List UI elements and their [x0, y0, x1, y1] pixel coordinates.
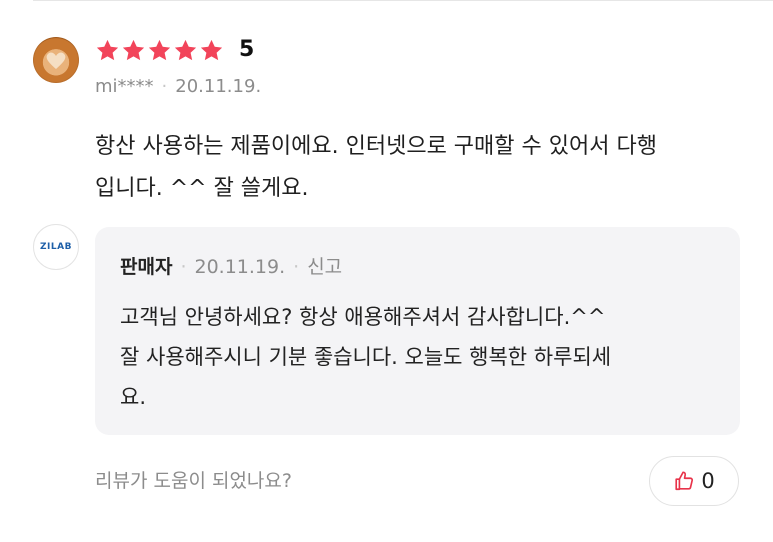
seller-name: 판매자 [120, 256, 173, 278]
review-text-line: 입니다. ^^ 잘 쓸게요. [95, 176, 309, 201]
separator-dot: · [161, 76, 168, 97]
star-icon [200, 39, 223, 60]
reply-text-line: 요. [120, 385, 146, 409]
reply-text-line: 잘 사용해주시니 기분 좋습니다. 오늘도 행복한 하루되세 [120, 345, 612, 369]
review-text-line: 항산 사용하는 제품이에요. 인터넷으로 구매할 수 있어서 다행 [95, 134, 657, 159]
reply-date: 20.11.19. [194, 256, 286, 278]
report-link[interactable]: 신고 [307, 256, 342, 278]
latte-heart-icon [46, 52, 66, 69]
rating-value: 5 [239, 37, 255, 62]
reply-meta: 판매자 · 20.11.19. · 신고 [120, 254, 342, 280]
star-rating [95, 37, 224, 63]
seller-logo-text: ZILAB [40, 242, 72, 252]
separator-dot: · [293, 256, 300, 278]
star-icon [174, 39, 197, 60]
avatar [33, 37, 79, 83]
review-meta: mi**** · 20.11.19. [95, 75, 261, 99]
seller-reply: 판매자 · 20.11.19. · 신고 고객님 안녕하세요? 항상 애용해주셔서 감사… [95, 227, 740, 435]
thumbs-up-icon [675, 471, 694, 491]
like-count: 0 [701, 469, 715, 493]
divider [33, 0, 773, 1]
star-icon [96, 39, 119, 60]
review-text: 항산 사용하는 제품이에요. 인터넷으로 구매할 수 있어서 다행 입니다. ^… [95, 126, 750, 210]
reviewer-name: mi**** [95, 76, 154, 97]
star-icon [148, 39, 171, 60]
review-date: 20.11.19. [175, 76, 262, 97]
helpful-question: 리뷰가 도움이 되었나요? [95, 470, 292, 492]
seller-logo: ZILAB [33, 224, 79, 270]
star-icon [122, 39, 145, 60]
separator-dot: · [180, 256, 187, 278]
reply-text: 고객님 안녕하세요? 항상 애용해주셔서 감사합니다.^^ 잘 사용해주시니 기… [120, 297, 720, 417]
reply-text-line: 고객님 안녕하세요? 항상 애용해주셔서 감사합니다.^^ [120, 305, 606, 329]
like-button[interactable]: 0 [649, 456, 739, 506]
